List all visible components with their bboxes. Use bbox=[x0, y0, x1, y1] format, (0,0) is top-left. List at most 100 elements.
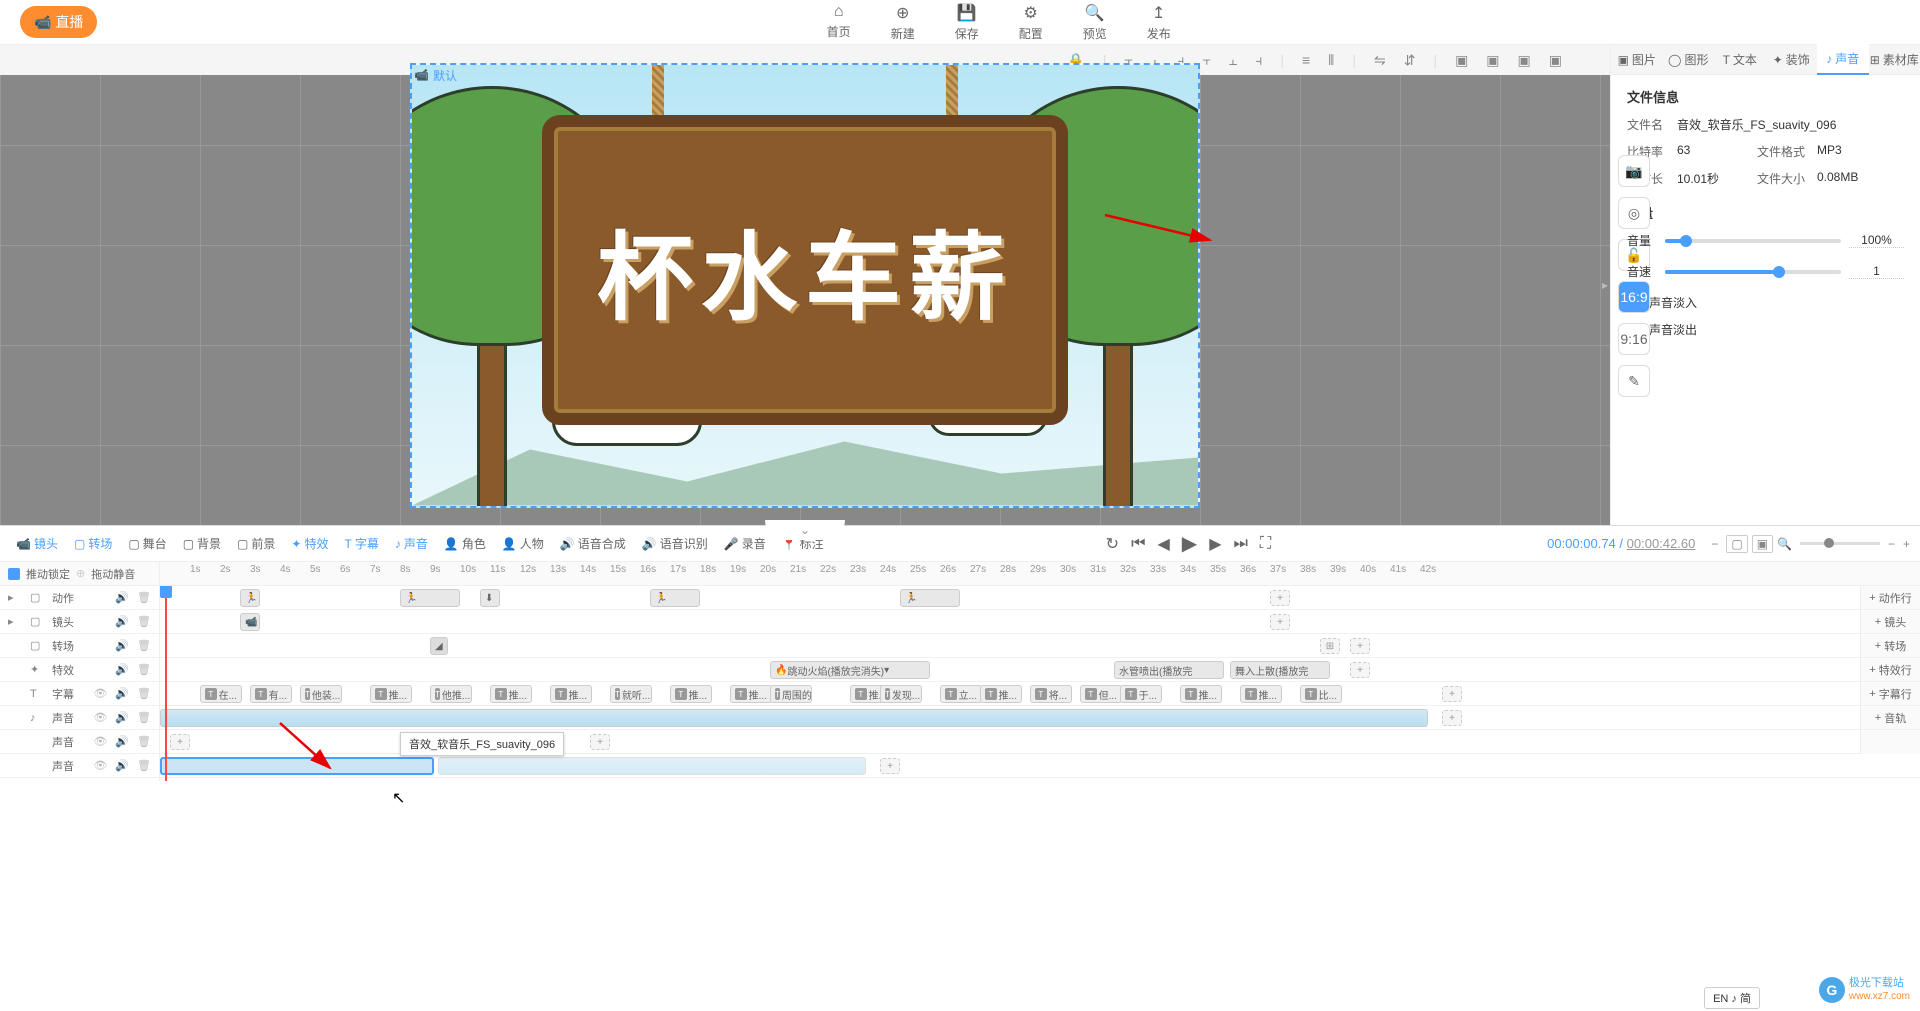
timeline-ruler[interactable]: 1s2s3s4s5s6s7s8s9s10s11s12s13s14s15s16s1… bbox=[160, 562, 1920, 585]
track-label-6[interactable]: 声音👁🔊🗑 bbox=[0, 754, 159, 778]
skip-start-button[interactable]: ⏮ bbox=[1131, 535, 1145, 553]
speed-slider[interactable] bbox=[1665, 270, 1841, 274]
action-clip[interactable]: 🏃 bbox=[400, 589, 460, 607]
speed-value[interactable]: 1 bbox=[1849, 264, 1904, 279]
action-clip[interactable]: 🏃 bbox=[900, 589, 960, 607]
play-button[interactable]: ▶ bbox=[1182, 531, 1197, 556]
subtitle-clip[interactable]: T推... bbox=[730, 685, 772, 703]
tl-tab-person[interactable]: 👤 人物 bbox=[496, 531, 550, 556]
subtitle-clip[interactable]: T他装... bbox=[300, 685, 342, 703]
subtitle-clip[interactable]: T但... bbox=[1080, 685, 1122, 703]
tl-tab-transition[interactable]: ▢ 转场 bbox=[68, 531, 118, 556]
sign-board[interactable]: 杯水车薪 bbox=[542, 115, 1068, 425]
tl-tab-sound[interactable]: ♪ 声音 bbox=[389, 531, 434, 556]
menu-save[interactable]: 💾保存 bbox=[955, 3, 979, 42]
tab-library[interactable]: ⊞素材库 bbox=[1869, 45, 1920, 74]
canvas[interactable]: 📹 默认 杯水车薪 bbox=[410, 63, 1200, 508]
flip-h-icon[interactable]: ⇋ bbox=[1374, 52, 1386, 69]
subtitle-clip[interactable]: T周围的... bbox=[770, 685, 812, 703]
menu-preview[interactable]: 🔍预览 bbox=[1083, 3, 1107, 42]
tab-decor[interactable]: ✦装饰 bbox=[1766, 45, 1818, 74]
fullscreen-button[interactable]: ⛶ bbox=[1260, 535, 1271, 553]
tl-tab-subtitle[interactable]: T 字幕 bbox=[338, 531, 384, 556]
skip-end-button[interactable]: ⏭ bbox=[1234, 535, 1248, 553]
tl-tab-record[interactable]: 🎤 录音 bbox=[718, 531, 772, 556]
add-transition-button[interactable]: ⊞ bbox=[1320, 638, 1340, 654]
tl-tab-camera[interactable]: 📹 镜头 bbox=[10, 531, 64, 556]
aspect-16-9-button[interactable]: 16:9 bbox=[1618, 281, 1650, 313]
tl-tab-role[interactable]: 👤 角色 bbox=[438, 531, 492, 556]
subtitle-clip[interactable]: T推... bbox=[1180, 685, 1222, 703]
audio-clip-extended[interactable] bbox=[438, 757, 866, 775]
action-clip[interactable]: ⬇ bbox=[480, 589, 500, 607]
action-clip[interactable]: 🏃 bbox=[240, 589, 260, 607]
volume-value[interactable]: 100% bbox=[1849, 233, 1904, 248]
menu-home[interactable]: ⌂首页 bbox=[827, 3, 851, 42]
tab-text[interactable]: T文本 bbox=[1714, 45, 1766, 74]
flip-v-icon[interactable]: ⇵ bbox=[1404, 52, 1416, 69]
fadeout-row[interactable]: 声音淡出 bbox=[1627, 321, 1904, 338]
add-sound-button-3[interactable]: + bbox=[880, 758, 900, 774]
layer-back-icon[interactable]: ▣ bbox=[1549, 52, 1562, 69]
add-camera-button[interactable]: + bbox=[1270, 614, 1290, 630]
track-label-0[interactable]: ▸▢镜头🔊🗑 bbox=[0, 610, 159, 634]
loop-button[interactable]: ↻ bbox=[1106, 534, 1119, 554]
zoom-fit-button[interactable]: ▢ bbox=[1726, 535, 1747, 553]
zoom-slider[interactable]: 🔍 −+ bbox=[1777, 537, 1910, 551]
subtitle-clip[interactable]: T推... bbox=[1240, 685, 1282, 703]
track-label-5[interactable]: 声音👁🔊🗑 bbox=[0, 730, 159, 754]
add-camera-row-button[interactable]: + 镜头 bbox=[1861, 610, 1920, 634]
zoom-in-button[interactable]: ▣ bbox=[1752, 535, 1773, 553]
edit-button[interactable]: ✎ bbox=[1618, 365, 1650, 397]
add-action-row-button[interactable]: + 动作行 bbox=[1861, 586, 1920, 610]
subtitle-clip[interactable]: T比... bbox=[1300, 685, 1342, 703]
add-transition-row-button[interactable]: + 转场 bbox=[1861, 634, 1920, 658]
transition-clip[interactable]: ◢ bbox=[430, 637, 448, 655]
subtitle-clip[interactable]: T推... bbox=[550, 685, 592, 703]
add-effect-row-button[interactable]: + 特效行 bbox=[1861, 658, 1920, 682]
subtitle-clip[interactable]: T推... bbox=[980, 685, 1022, 703]
tab-image[interactable]: ▣图片 bbox=[1611, 45, 1663, 74]
effect-clip-fire[interactable]: 🔥 跳动火焰(播放完消失) ▾ bbox=[770, 661, 930, 679]
target-button[interactable]: ◎ bbox=[1618, 197, 1650, 229]
volume-slider[interactable] bbox=[1665, 239, 1841, 243]
track-label-3[interactable]: T字幕👁🔊🗑 bbox=[0, 682, 159, 706]
audio-clip-main[interactable] bbox=[160, 709, 1428, 727]
distribute-h-icon[interactable]: ≡ bbox=[1302, 52, 1310, 68]
fadein-row[interactable]: 声音淡入 bbox=[1627, 294, 1904, 311]
add-transition-button-2[interactable]: + bbox=[1350, 638, 1370, 654]
subtitle-clip[interactable]: T推... bbox=[490, 685, 532, 703]
canvas-collapse-button[interactable]: ⌄ bbox=[765, 520, 845, 540]
align-top-icon[interactable]: ⫟ bbox=[1202, 52, 1210, 69]
tab-shape[interactable]: ◯图形 bbox=[1663, 45, 1715, 74]
subtitle-clip[interactable]: T将... bbox=[1030, 685, 1072, 703]
add-subtitle-row-button[interactable]: + 字幕行 bbox=[1861, 682, 1920, 706]
menu-config[interactable]: ⚙配置 bbox=[1019, 3, 1043, 42]
align-bottom-icon[interactable]: ⫞ bbox=[1255, 52, 1262, 69]
tl-tab-foreground[interactable]: ▢ 前景 bbox=[231, 531, 281, 556]
push-lock-checkbox[interactable] bbox=[8, 568, 20, 580]
subtitle-clip[interactable]: T于... bbox=[1120, 685, 1162, 703]
layer-front-icon[interactable]: ▣ bbox=[1455, 52, 1468, 69]
add-action-button[interactable]: + bbox=[1270, 590, 1290, 606]
language-indicator[interactable]: EN ♪ 简 bbox=[1704, 987, 1760, 1009]
panel-collapse-button[interactable]: ▸ bbox=[1602, 278, 1608, 292]
tl-tab-asr[interactable]: 🔊 语音识别 bbox=[636, 531, 714, 556]
step-back-button[interactable]: ◀ bbox=[1157, 534, 1169, 554]
tl-tab-effect[interactable]: ✦ 特效 bbox=[285, 531, 334, 556]
distribute-v-icon[interactable]: ⦀ bbox=[1328, 52, 1334, 69]
playhead[interactable] bbox=[165, 586, 167, 781]
camera-clip[interactable]: 📹 bbox=[240, 613, 260, 631]
add-subtitle-button[interactable]: + bbox=[1442, 686, 1462, 702]
subtitle-clip[interactable]: T有... bbox=[250, 685, 292, 703]
subtitle-clip[interactable]: T立... bbox=[940, 685, 982, 703]
effect-clip-water[interactable]: 水管喷出(播放完 bbox=[1114, 661, 1224, 679]
tl-tab-stage[interactable]: ▢ 舞台 bbox=[122, 531, 172, 556]
subtitle-clip[interactable]: T发现... bbox=[880, 685, 922, 703]
tl-tab-tts[interactable]: 🔊 语音合成 bbox=[554, 531, 632, 556]
layer-backward-icon[interactable]: ▣ bbox=[1518, 52, 1531, 69]
add-sound-button-2b[interactable]: + bbox=[590, 734, 610, 750]
tl-tab-background[interactable]: ▢ 背景 bbox=[177, 531, 227, 556]
track-label-1[interactable]: ▢转场🔊🗑 bbox=[0, 634, 159, 658]
add-effect-button[interactable]: + bbox=[1350, 662, 1370, 678]
